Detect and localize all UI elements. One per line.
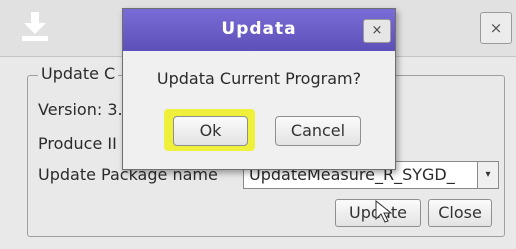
dialog-message: Updata Current Program? (156, 69, 362, 88)
dialog-close-button[interactable]: × (363, 19, 391, 43)
dropdown-arrow-icon[interactable]: ▾ (477, 162, 498, 188)
dialog-titlebar: Updata × (123, 9, 395, 51)
mouse-cursor-icon (375, 200, 393, 223)
download-icon (22, 12, 48, 41)
group-title: Update C (38, 64, 119, 83)
dialog-title: Updata (221, 19, 297, 39)
ok-button[interactable]: Ok (173, 116, 248, 146)
produce-label: Produce II (38, 134, 117, 153)
update-dialog: Updata × Updata Current Program? Ok Canc… (122, 8, 396, 170)
cancel-button[interactable]: Cancel (275, 116, 361, 146)
main-close-button[interactable]: × (480, 12, 512, 44)
close-button[interactable]: Close (428, 199, 492, 227)
version-label: Version: 3. (38, 100, 123, 119)
